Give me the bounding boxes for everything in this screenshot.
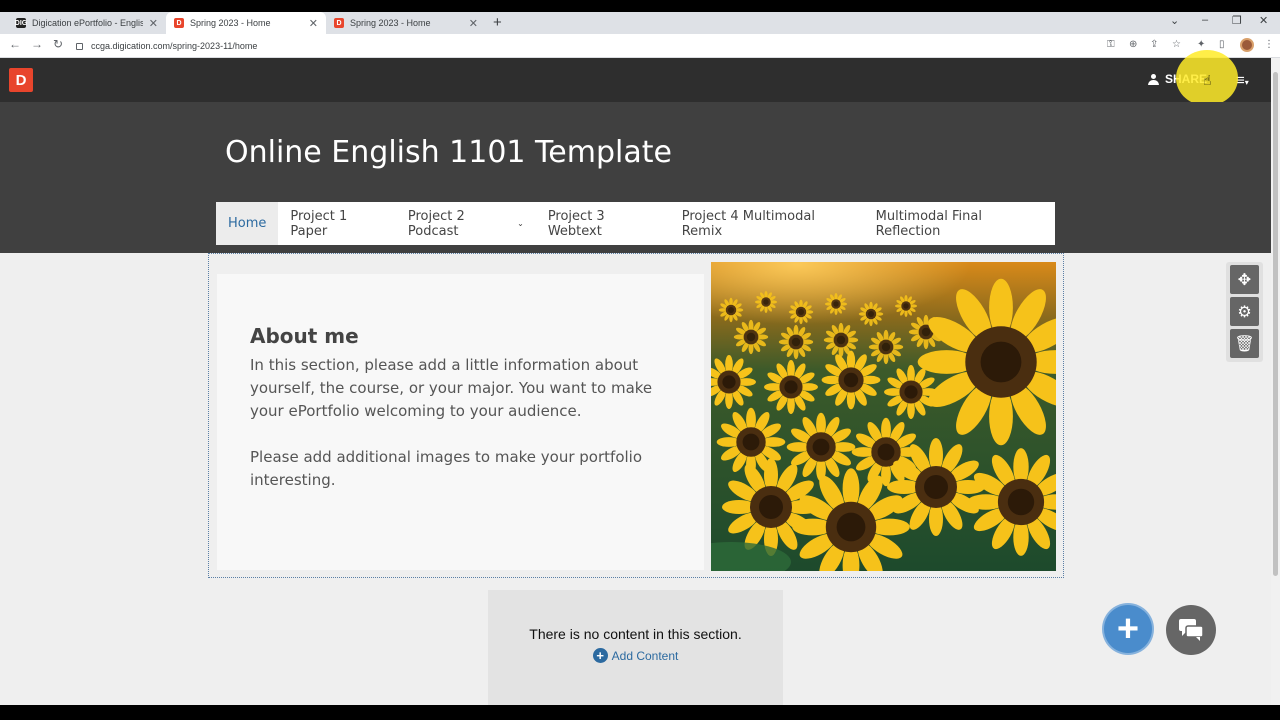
reload-icon[interactable]: ↻ <box>53 37 63 51</box>
side-panel-icon[interactable]: ▯ <box>1219 39 1225 50</box>
nav-home[interactable]: Home <box>216 202 279 245</box>
nav-project-1[interactable]: Project 1 Paper <box>278 202 396 245</box>
about-section[interactable]: About me In this section, please add a l… <box>208 253 1064 578</box>
browser-tab-2[interactable]: D Spring 2023 - Home ✕ <box>166 12 326 34</box>
browser-tab-1[interactable]: DIG Digication ePortfolio - English Co ✕ <box>8 12 166 34</box>
browser-tab-3[interactable]: D Spring 2023 - Home ✕ <box>326 12 486 34</box>
close-window-icon[interactable]: ✕ <box>1259 14 1268 27</box>
back-icon[interactable]: ← <box>9 37 21 51</box>
section-toolbar: ✥ ⚙ 🗑 <box>1226 262 1263 362</box>
bookmark-star-icon[interactable]: ☆ <box>1172 39 1181 50</box>
page-content: About me In this section, please add a l… <box>0 253 1271 705</box>
tab-title: Spring 2023 - Home <box>350 18 431 28</box>
chevron-down-icon: ⌄ <box>517 219 524 228</box>
empty-section-message: There is no content in this section. <box>529 626 742 642</box>
add-section-button[interactable]: + <box>1102 603 1154 655</box>
nav-project-4[interactable]: Project 4 Multimodal Remix <box>670 202 864 245</box>
key-icon[interactable]: ⚿ <box>1107 39 1115 50</box>
hand-cursor-icon: ☝ <box>1203 72 1212 88</box>
site-nav: Home Project 1 Paper Project 2 Podcast ⌄… <box>216 202 1055 245</box>
add-content-label: Add Content <box>611 648 679 663</box>
chat-icon <box>1179 619 1204 641</box>
browser-toolbar: ← → ↻ ccga.digication.com/spring-2023-11… <box>0 34 1280 58</box>
scrollbar-thumb[interactable] <box>1273 72 1278 576</box>
new-tab-icon[interactable]: + <box>493 14 502 31</box>
app-header: D SHARE ≡▾ <box>0 58 1271 102</box>
add-content-link[interactable]: + Add Content <box>592 648 679 663</box>
digication-favicon-icon: DIG <box>14 18 28 28</box>
chat-button[interactable] <box>1166 605 1216 655</box>
about-text: In this section, please add a little inf… <box>250 354 671 492</box>
about-title: About me <box>250 324 359 348</box>
close-tab-icon[interactable]: ✕ <box>309 17 318 30</box>
share-page-icon[interactable]: ⇪ <box>1150 39 1158 50</box>
digication-logo[interactable]: D <box>9 68 33 92</box>
nav-project-3[interactable]: Project 3 Webtext <box>536 202 670 245</box>
nav-final-reflection[interactable]: Multimodal Final Reflection <box>864 202 1055 245</box>
trash-icon[interactable]: 🗑 <box>1230 329 1259 358</box>
gear-icon[interactable]: ⚙ <box>1230 297 1259 326</box>
sunflower-image[interactable] <box>711 262 1056 571</box>
window-bottom-edge <box>0 705 1280 720</box>
d-favicon-icon: D <box>334 18 344 28</box>
zoom-icon[interactable]: ⊕ <box>1129 39 1137 50</box>
close-tab-icon[interactable]: ✕ <box>149 17 158 30</box>
about-paragraph-1: In this section, please add a little inf… <box>250 356 653 420</box>
empty-section: There is no content in this section. + A… <box>488 590 783 705</box>
nav-project-2[interactable]: Project 2 Podcast ⌄ <box>396 202 536 245</box>
page-title: Online English 1101 Template <box>225 135 672 170</box>
browser-menu-icon[interactable]: ⋮ <box>1264 39 1274 50</box>
site-banner: Online English 1101 Template Home Projec… <box>0 102 1271 253</box>
url-text: ccga.digication.com/spring-2023-11/home <box>91 41 258 51</box>
lock-icon <box>76 42 83 50</box>
tab-search-icon[interactable]: ⌄ <box>1170 14 1179 27</box>
extensions-icon[interactable]: ✦ <box>1197 39 1205 50</box>
d-favicon-icon: D <box>174 18 184 28</box>
minimize-icon[interactable]: – <box>1202 14 1208 26</box>
address-bar[interactable]: ccga.digication.com/spring-2023-11/home <box>76 37 1216 55</box>
menu-icon[interactable]: ≡▾ <box>1236 72 1249 89</box>
tab-title: Spring 2023 - Home <box>190 18 271 28</box>
about-card[interactable]: About me In this section, please add a l… <box>217 274 704 570</box>
nav-project-2-label: Project 2 Podcast <box>407 208 465 239</box>
restore-icon[interactable]: ❐ <box>1232 14 1242 27</box>
plus-icon: + <box>1116 607 1140 650</box>
forward-icon[interactable]: → <box>31 37 43 51</box>
about-paragraph-2: Please add additional images to make you… <box>250 448 643 489</box>
tab-title: Digication ePortfolio - English Co <box>32 18 143 28</box>
person-icon <box>1148 73 1159 85</box>
plus-circle-icon: + <box>592 648 608 663</box>
profile-avatar[interactable] <box>1240 38 1254 52</box>
close-tab-icon[interactable]: ✕ <box>469 17 478 30</box>
move-icon[interactable]: ✥ <box>1230 265 1259 294</box>
sunflower-illustration <box>711 262 1056 571</box>
